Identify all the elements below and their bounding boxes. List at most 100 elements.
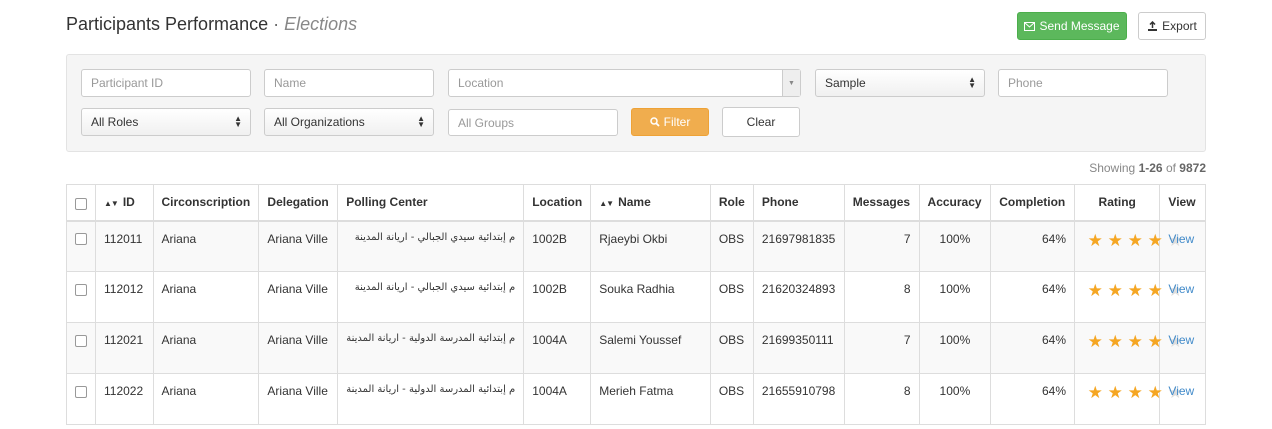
export-label: Export <box>1162 19 1197 33</box>
cell-polling-center: م إبتدائية سيدي الجبالي - اريانة المدينة <box>337 220 525 272</box>
cell-polling-center: م إبتدائية سيدي الجبالي - اريانة المدينة <box>337 271 525 323</box>
cell-name: Souka Radhia <box>590 271 711 323</box>
filter-label: Filter <box>663 115 691 129</box>
star-filled-icon: ★ <box>1127 332 1143 351</box>
cell-completion: 64% <box>990 322 1075 374</box>
title-separator: · <box>273 14 280 34</box>
clear-label: Clear <box>746 115 776 129</box>
page-subtitle: Elections <box>284 14 358 34</box>
column-header-id[interactable]: ▲▼ ID <box>95 184 154 222</box>
sample-value: Sample <box>825 76 866 90</box>
cell-select <box>66 220 96 272</box>
phone-input[interactable]: Phone <box>998 69 1168 97</box>
star-filled-icon: ★ <box>1147 230 1163 250</box>
cell-polling-center: م إبتدائية المدرسة الدولية - اريانة المد… <box>337 322 525 374</box>
cell-location: 1002B <box>523 220 592 272</box>
roles-value: All Roles <box>91 115 139 129</box>
participant-id-input[interactable]: Participant ID <box>81 69 251 97</box>
cell-rating: ★★★★★ <box>1073 373 1183 425</box>
cell-messages: 8 <box>843 271 920 323</box>
column-label: Name <box>618 195 651 210</box>
column-header-messages: Messages <box>843 184 920 222</box>
view-link[interactable]: View <box>1168 333 1194 347</box>
organizations-value: All Organizations <box>274 115 365 129</box>
send-message-button[interactable]: Send Message <box>1017 12 1127 40</box>
showing-total: 9872 <box>1179 161 1206 175</box>
star-filled-icon: ★ <box>1147 332 1163 351</box>
cell-id: 112022 <box>95 373 154 425</box>
select-arrows-icon: ▲ ▼ <box>968 75 976 90</box>
star-filled-icon: ★ <box>1107 383 1123 402</box>
result-count: Showing 1-26 of 9872 <box>1089 161 1206 175</box>
cell-messages: 8 <box>843 373 920 425</box>
rating-stars: ★★★★★ <box>1085 230 1183 251</box>
cell-rating: ★★★★★ <box>1073 271 1183 323</box>
cell-phone: 21697981835 <box>752 220 845 272</box>
select-all-checkbox[interactable] <box>75 197 87 210</box>
filter-button[interactable]: Filter <box>631 108 709 136</box>
column-header-delegation: Delegation <box>258 184 339 222</box>
showing-prefix: Showing <box>1089 161 1136 175</box>
column-header-accuracy: Accuracy <box>918 184 992 222</box>
cell-completion: 64% <box>990 271 1075 323</box>
star-filled-icon: ★ <box>1087 383 1103 402</box>
name-input[interactable]: Name <box>264 69 434 97</box>
chevron-down-icon: ▼ <box>782 70 800 96</box>
cell-location: 1004A <box>523 322 592 374</box>
clear-button[interactable]: Clear <box>722 107 800 137</box>
cell-circonscription: Ariana <box>152 271 260 323</box>
cell-role: OBS <box>709 373 754 425</box>
cell-select <box>66 322 96 374</box>
cell-polling-center: م إبتدائية المدرسة الدولية - اريانة المد… <box>337 373 525 425</box>
column-header-view: View <box>1159 184 1206 222</box>
column-label: Location <box>532 195 583 210</box>
star-filled-icon: ★ <box>1147 281 1163 300</box>
column-header-name[interactable]: ▲▼ Name <box>590 184 711 222</box>
row-checkbox[interactable] <box>75 385 87 398</box>
row-checkbox[interactable] <box>75 283 87 296</box>
envelope-icon <box>1024 21 1036 31</box>
roles-select[interactable]: All Roles ▲ ▼ <box>81 108 251 136</box>
cell-accuracy: 100% <box>918 322 992 374</box>
column-header-role: Role <box>709 184 754 222</box>
column-label: Rating <box>1098 195 1136 210</box>
star-filled-icon: ★ <box>1147 383 1163 402</box>
column-label: Delegation <box>267 195 329 210</box>
name-placeholder: Name <box>274 76 307 90</box>
star-filled-icon: ★ <box>1107 230 1123 250</box>
cell-circonscription: Ariana <box>152 322 260 374</box>
column-header-phone: Phone <box>752 184 845 222</box>
view-link[interactable]: View <box>1168 384 1194 398</box>
cell-name: Rjaeybi Okbi <box>590 220 711 272</box>
star-filled-icon: ★ <box>1087 230 1103 250</box>
star-filled-icon: ★ <box>1107 281 1123 300</box>
cell-name: Salemi Youssef <box>590 322 711 374</box>
star-filled-icon: ★ <box>1127 383 1143 402</box>
cell-id: 112012 <box>95 271 154 323</box>
select-arrows-icon: ▲ ▼ <box>417 114 425 129</box>
location-placeholder: Location <box>458 76 504 90</box>
export-button[interactable]: Export <box>1138 12 1206 40</box>
export-icon <box>1148 20 1158 31</box>
organizations-select[interactable]: All Organizations ▲ ▼ <box>264 108 434 136</box>
location-select[interactable]: Location ▼ <box>448 69 801 97</box>
cell-messages: 7 <box>843 322 920 374</box>
groups-input[interactable]: All Groups <box>448 109 618 136</box>
cell-phone: 21655910798 <box>752 373 845 425</box>
sample-select[interactable]: Sample ▲ ▼ <box>815 69 985 97</box>
select-all-header <box>66 184 96 222</box>
cell-accuracy: 100% <box>918 373 992 425</box>
cell-id: 112011 <box>95 220 154 272</box>
cell-phone: 21620324893 <box>752 271 845 323</box>
view-link[interactable]: View <box>1168 232 1194 246</box>
row-checkbox[interactable] <box>75 334 87 347</box>
table-body: 112011 Ariana Ariana Ville م إبتدائية سيدي … <box>66 220 1206 425</box>
cell-role: OBS <box>709 322 754 374</box>
rating-stars: ★★★★★ <box>1085 332 1183 352</box>
column-label: Accuracy <box>927 195 982 210</box>
star-filled-icon: ★ <box>1127 230 1143 250</box>
cell-select <box>66 373 96 425</box>
view-link[interactable]: View <box>1168 282 1194 296</box>
cell-messages: 7 <box>843 220 920 272</box>
row-checkbox[interactable] <box>75 233 87 246</box>
